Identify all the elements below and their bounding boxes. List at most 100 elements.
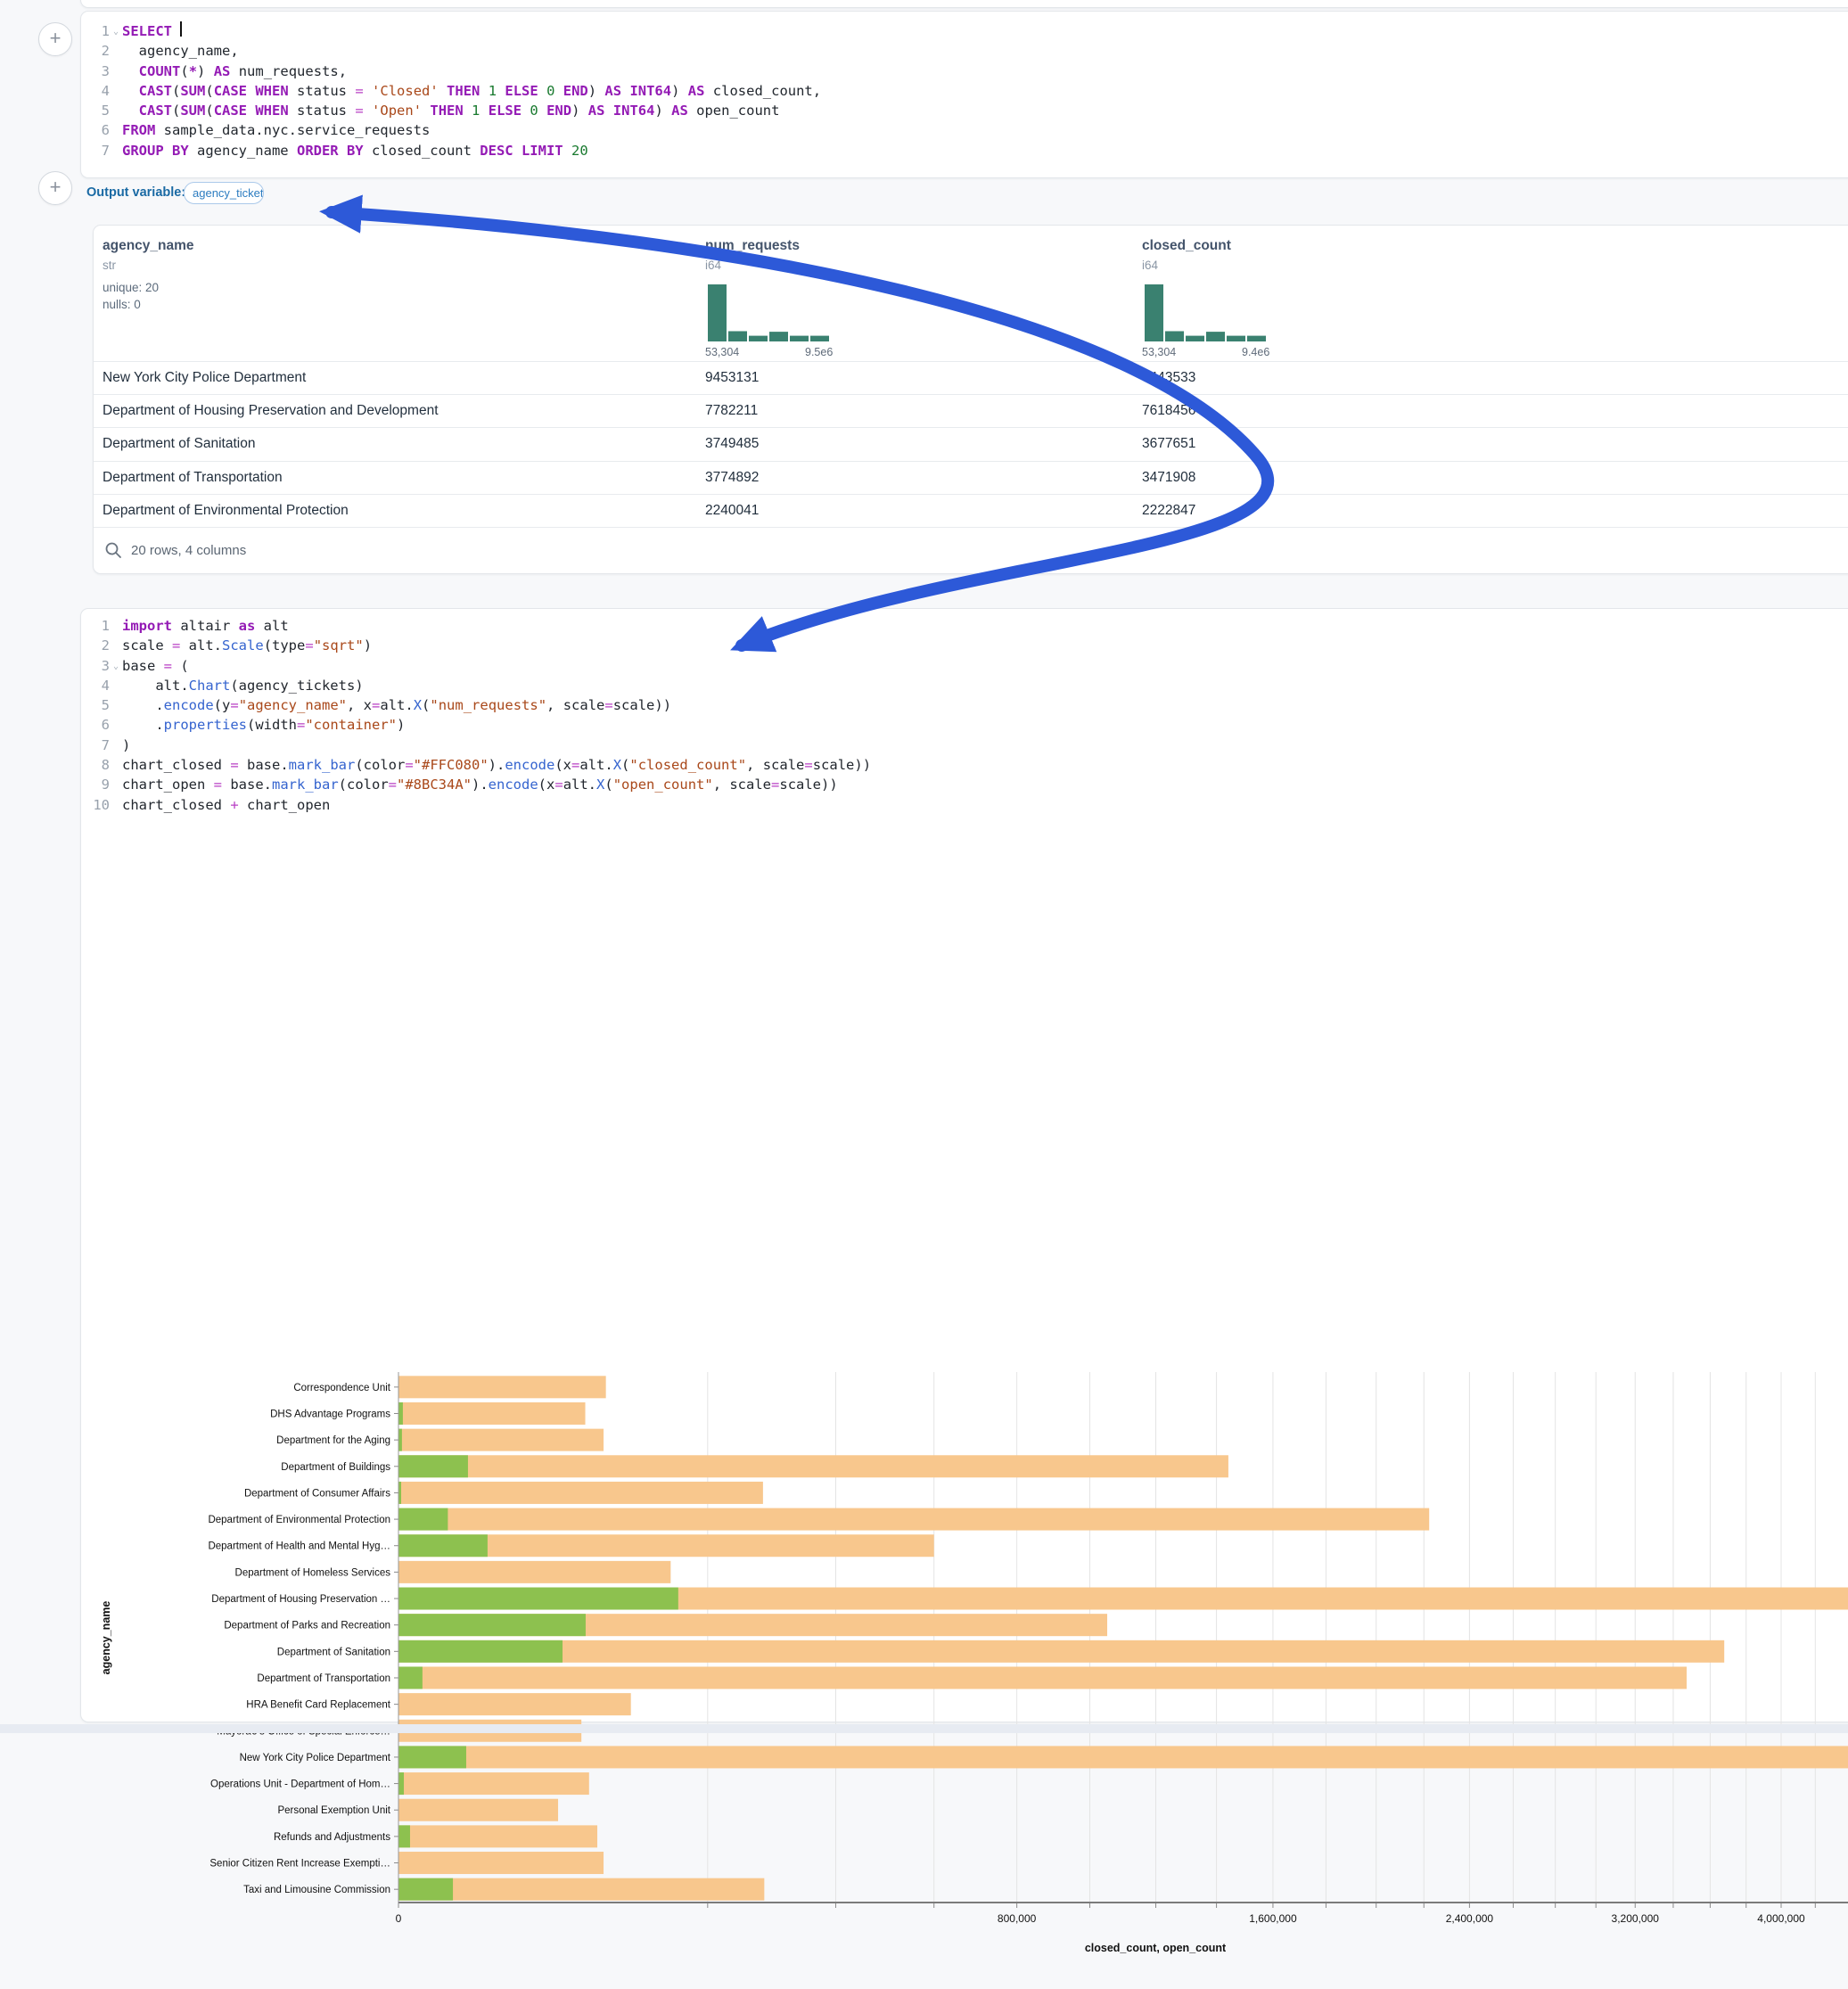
table-cell: 3774892	[705, 470, 759, 486]
code-line[interactable]: 9chart_open = base.mark_bar(color="#8BC3…	[86, 775, 1848, 794]
code-line[interactable]: 5 CAST(SUM(CASE WHEN status = 'Open' THE…	[86, 101, 1848, 120]
code-token: ORDER BY	[297, 141, 364, 160]
y-tick-label: Personal Exemption Unit	[277, 1805, 390, 1816]
code-token: (	[180, 62, 188, 81]
y-tick-label: Department of Sanitation	[277, 1647, 390, 1657]
code-token: SELECT	[122, 21, 172, 41]
bar-closed	[398, 1772, 589, 1795]
code-line[interactable]: 4 CAST(SUM(CASE WHEN status = 'Closed' T…	[86, 81, 1848, 101]
code-line[interactable]: 3 COUNT(*) AS num_requests,	[86, 62, 1848, 81]
code-token: DESC	[480, 141, 513, 160]
code-token: chart_open	[122, 775, 214, 794]
code-token: .	[122, 695, 164, 715]
y-tick-label: Refunds and Adjustments	[274, 1832, 390, 1843]
y-tick-label: Department of Environmental Protection	[208, 1515, 390, 1525]
sql-code-editor[interactable]: 1⌄SELECT 2 agency_name,3 COUNT(*) AS num…	[86, 21, 1848, 160]
line-number: 6	[86, 715, 110, 735]
code-line[interactable]: 10chart_closed + chart_open	[86, 795, 1848, 815]
code-line[interactable]: 7)	[86, 736, 1848, 755]
code-line[interactable]: 2scale = alt.Scale(type="sqrt")	[86, 636, 1848, 655]
code-token: mark_bar	[289, 755, 356, 775]
code-token: alt.	[579, 755, 612, 775]
code-token	[172, 21, 180, 41]
code-token: altair	[172, 616, 239, 636]
code-line[interactable]: 6 .properties(width="container")	[86, 715, 1848, 735]
y-tick-label: DHS Advantage Programs	[270, 1409, 390, 1419]
code-token: (	[205, 101, 213, 120]
code-token: =	[804, 755, 812, 775]
search-icon[interactable]	[104, 541, 122, 559]
code-token: =	[355, 81, 363, 101]
output-variable-badge[interactable]: agency_tickets	[184, 182, 264, 204]
gutter-spacer	[110, 756, 122, 776]
code-token	[497, 81, 505, 101]
line-number: 1	[86, 616, 110, 636]
column-header: closed_count	[1142, 238, 1231, 254]
bar-open	[398, 1666, 423, 1689]
code-token: , scale	[713, 775, 771, 794]
code-token: CASE WHEN	[214, 101, 289, 120]
table-cell: 2240041	[705, 503, 759, 519]
x-tick-label: 0	[396, 1912, 402, 1925]
table-row: Department of Housing Preservation and D…	[94, 394, 1848, 428]
table-cell: 3749485	[705, 436, 759, 452]
code-token: scale	[122, 636, 172, 655]
bar-closed	[398, 1825, 597, 1847]
gutter-spacer	[110, 617, 122, 637]
python-code-editor[interactable]: 1import altair as alt2scale = alt.Scale(…	[86, 616, 1848, 815]
code-token: AS	[671, 101, 688, 120]
code-token: =	[554, 775, 563, 794]
line-number: 7	[86, 141, 110, 160]
collapse-chevron-icon[interactable]: ⌄	[110, 657, 122, 677]
code-token: (width	[247, 715, 297, 735]
code-token: .	[122, 715, 164, 735]
line-number: 2	[86, 41, 110, 61]
bar-open	[398, 1455, 468, 1477]
code-line[interactable]: 8chart_closed = base.mark_bar(color="#FF…	[86, 755, 1848, 775]
code-line[interactable]: 7GROUP BY agency_name ORDER BY closed_co…	[86, 141, 1848, 160]
code-token: 1	[489, 81, 497, 101]
bar-open	[398, 1772, 404, 1795]
code-token: Chart	[189, 676, 231, 695]
table-cell: Department of Environmental Protection	[103, 503, 349, 519]
bar-open	[398, 1640, 563, 1663]
bar-closed	[398, 1746, 1848, 1768]
bar-open	[398, 1614, 586, 1636]
y-tick-label: Operations Unit - Department of Hom…	[210, 1779, 390, 1790]
line-number: 4	[86, 676, 110, 695]
histogram-max-label: 9.4e6	[1242, 346, 1269, 358]
y-tick-label: Department of Transportation	[257, 1673, 390, 1684]
code-line[interactable]: 1⌄SELECT	[86, 21, 1848, 41]
code-line[interactable]: 5 .encode(y="agency_name", x=alt.X("num_…	[86, 695, 1848, 715]
code-token	[563, 141, 571, 160]
line-number: 5	[86, 101, 110, 120]
code-token: =	[389, 775, 397, 794]
y-tick-label: Department of Buildings	[281, 1462, 390, 1473]
bar-open	[398, 1588, 678, 1610]
code-token: Scale	[222, 636, 264, 655]
previous-cell-edge	[80, 0, 1848, 8]
code-line[interactable]: 2 agency_name,	[86, 41, 1848, 61]
collapse-chevron-icon[interactable]: ⌄	[110, 22, 122, 42]
code-line[interactable]: 3⌄base = (	[86, 656, 1848, 676]
code-line[interactable]: 1import altair as alt	[86, 616, 1848, 636]
code-token: CAST	[139, 81, 172, 101]
x-tick-label: 1,600,000	[1249, 1912, 1297, 1925]
add-cell-button-mid[interactable]: +	[38, 171, 72, 205]
code-token: base.	[222, 775, 272, 794]
code-token: )	[197, 62, 214, 81]
code-token: X	[613, 755, 621, 775]
column-stat: nulls: 0	[103, 298, 141, 311]
code-token: AS	[588, 101, 605, 120]
line-number: 10	[86, 795, 110, 815]
code-token: AS	[688, 81, 705, 101]
code-token: (	[205, 81, 213, 101]
code-token	[464, 101, 472, 120]
code-token: )	[364, 636, 372, 655]
code-token: "closed_count"	[629, 755, 746, 775]
code-line[interactable]: 4 alt.Chart(agency_tickets)	[86, 676, 1848, 695]
code-line[interactable]: 6FROM sample_data.nyc.service_requests	[86, 120, 1848, 140]
add-cell-button-top[interactable]: +	[38, 22, 72, 56]
code-token: mark_bar	[272, 775, 339, 794]
column-histogram	[708, 283, 842, 343]
